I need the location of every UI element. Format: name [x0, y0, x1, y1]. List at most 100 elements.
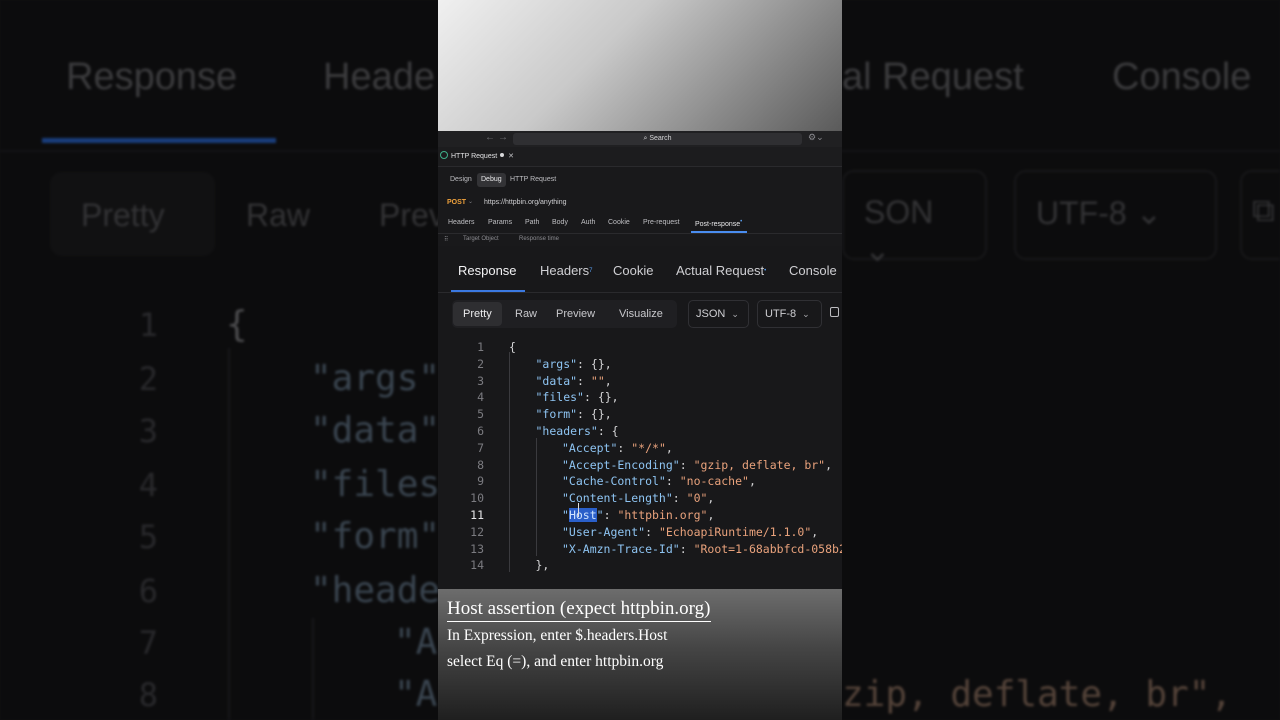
search-icon: ⌕ [643, 135, 648, 142]
tab-pre-request[interactable]: Pre-request [643, 219, 680, 226]
code-line: "Accept-Encoding": "gzip, deflate, br", [562, 458, 832, 472]
caption-line-1: In Expression, enter $.headers.Host [447, 627, 668, 644]
code-token: "" [590, 373, 605, 388]
code-token: "X-Amzn-Trace-Id" [562, 541, 680, 556]
drag-handle-icon[interactable]: ⠿ [444, 236, 448, 243]
close-tab-icon[interactable]: ✕ [508, 153, 514, 160]
tab-response[interactable]: Response [458, 263, 517, 278]
design-mode-button[interactable]: Design [446, 173, 476, 187]
tab-actual-request[interactable]: Actual Request• [676, 263, 766, 278]
selected-text: Host [568, 508, 597, 522]
code-token: , [665, 440, 673, 455]
code-line: "X-Amzn-Trace-Id": "Root=1-68abbfcd-058b… [562, 542, 842, 556]
line-number: 4 [477, 390, 484, 405]
format-select[interactable]: JSON ⌄ [688, 300, 749, 328]
tab-headers[interactable]: Headers [448, 219, 474, 226]
preview-button[interactable]: Preview [556, 306, 595, 322]
code-token: "Root=1-68abbfcd-058b2c [693, 541, 842, 556]
line-number: 11 [470, 508, 484, 522]
code-token: "files" [535, 390, 584, 405]
divider [438, 292, 842, 293]
search-label: Search [649, 135, 672, 142]
code-line: "Content-Length": "0", [562, 491, 714, 505]
tab-http-request[interactable]: HTTP Request ✕ [440, 149, 514, 164]
globe-icon [440, 151, 448, 159]
code-token: : [645, 524, 659, 539]
debug-mode-button[interactable]: Debug [477, 173, 506, 187]
forward-arrow-icon[interactable]: → [498, 132, 508, 143]
json-code-view[interactable]: 1{2 "args": {}, 3 "data": "", 4 "files": {}, 5… [438, 338, 842, 574]
code-token: "0" [686, 491, 708, 506]
unsaved-dot-icon [500, 153, 505, 157]
code-token: "headers" [535, 424, 598, 438]
tab-response-headers[interactable]: Headers7 [540, 263, 592, 278]
code-token: }, [535, 558, 550, 573]
code-token: , [811, 524, 819, 539]
request-tabs: Headers Params Path Body Auth Cookie Pre… [438, 215, 842, 234]
visualize-button[interactable]: Visualize [619, 306, 663, 322]
line-number: 6 [477, 424, 484, 438]
raw-button[interactable]: Raw [515, 306, 537, 322]
code-token: , [707, 491, 715, 506]
url-input[interactable]: https://httpbin.org/anything [484, 199, 567, 206]
headers-count-badge: 7 [589, 268, 593, 274]
line-number: 5 [477, 407, 484, 422]
code-line: "Accept": "*/*", [562, 441, 673, 455]
tab-path[interactable]: Path [525, 219, 539, 226]
indent-guide [509, 352, 510, 572]
code-token: "httpbin.org" [617, 508, 708, 522]
tab-auth[interactable]: Auth [581, 219, 595, 226]
code-token: : [679, 541, 694, 556]
line-number: 7 [477, 440, 484, 455]
method-select[interactable]: POST [447, 199, 466, 206]
line-number: 13 [470, 541, 484, 556]
code-line: { [509, 340, 516, 354]
chevron-down-icon: ⌄ [731, 309, 739, 319]
tab-console[interactable]: Console [789, 263, 837, 278]
pretty-button[interactable]: Pretty [453, 302, 502, 326]
settings-icon[interactable]: ⚙⌄ [808, 132, 824, 143]
line-number: 12 [470, 524, 484, 539]
code-token: : [665, 474, 680, 489]
chevron-down-icon[interactable]: ⌄ [468, 198, 473, 205]
tab-body[interactable]: Body [552, 219, 568, 226]
code-token: : [577, 373, 591, 388]
code-line: "Cache-Control": "no-cache", [562, 474, 756, 488]
code-token: "Accept" [562, 440, 618, 455]
line-number: 1 [477, 340, 484, 354]
code-line: "Host": "httpbin.org", [562, 508, 714, 522]
tab-post-response[interactable]: Post-response• [695, 219, 742, 228]
caption-line-2: select Eq (=), and enter httpbin.org [447, 653, 664, 670]
tab-params[interactable]: Params [488, 219, 512, 226]
target-object-label: Target Object [463, 236, 499, 242]
encoding-select[interactable]: UTF-8 ⌄ [757, 300, 822, 328]
code-token: "Accept-Encoding" [562, 457, 680, 472]
copy-icon[interactable] [830, 307, 839, 317]
back-arrow-icon[interactable]: ← [485, 132, 495, 143]
assertion-subrow: ⠿ Target Object Response time [438, 235, 842, 245]
code-token: "form" [535, 407, 578, 422]
code-line: "data": "", [536, 374, 612, 388]
code-token: : [679, 457, 694, 472]
code-token: { [509, 340, 516, 354]
code-token: , [707, 508, 715, 522]
line-number: 9 [477, 474, 484, 489]
code-token: " [596, 508, 604, 522]
modified-dot-icon: • [740, 219, 743, 225]
code-token: " [562, 508, 569, 522]
chevron-down-icon: ⌄ [802, 309, 810, 319]
code-line: "args": {}, [536, 357, 612, 371]
tab-cookie[interactable]: Cookie [608, 219, 630, 226]
app-panel: ← → ⌕ Search ⚙⌄ HTTP Request ✕ Design Deb… [438, 0, 842, 720]
line-number: 8 [477, 457, 484, 472]
active-tab-underline [691, 231, 747, 233]
code-token: "gzip, deflate, br" [693, 457, 826, 472]
code-token: : { [597, 424, 619, 438]
code-token: , [825, 457, 833, 472]
caption-overlay: Host assertion (expect httpbin.org) In E… [438, 589, 842, 720]
code-line: "User-Agent": "EchoapiRuntime/1.1.0", [562, 525, 818, 539]
text-cursor [578, 503, 579, 517]
mode-bar: Design Debug HTTP Request [438, 171, 842, 189]
search-box[interactable]: ⌕ Search [513, 133, 802, 145]
tab-response-cookie[interactable]: Cookie [613, 263, 653, 278]
